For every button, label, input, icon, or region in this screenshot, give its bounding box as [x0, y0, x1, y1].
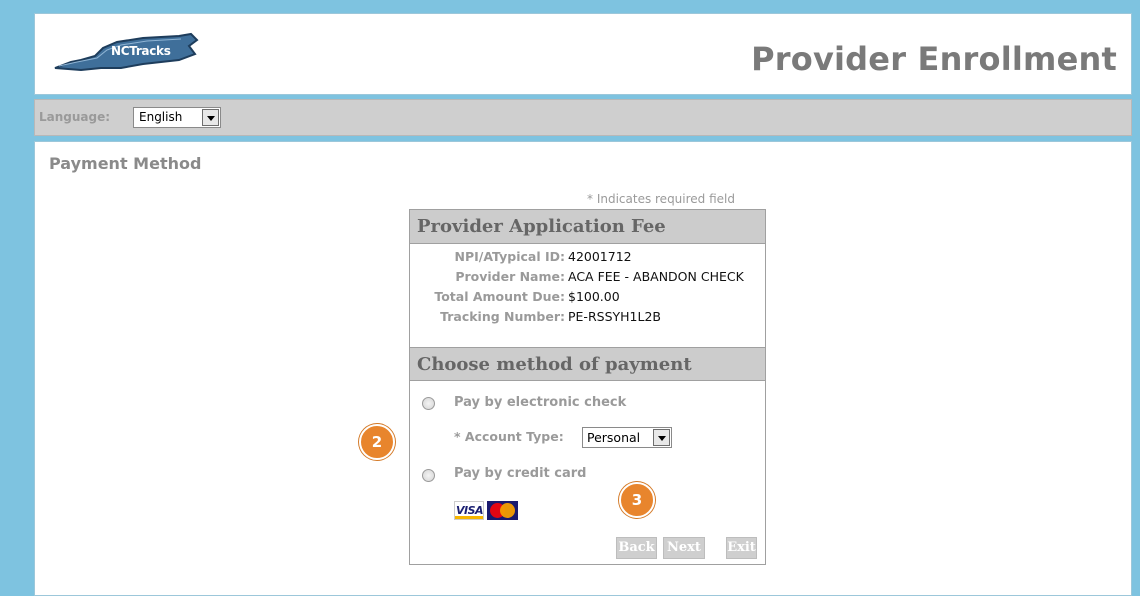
mastercard-icon [487, 501, 518, 520]
echeck-option-label[interactable]: Pay by electronic check [454, 395, 626, 410]
info-row-npi: NPI/ATypical ID: 42001712 [410, 246, 765, 266]
payment-method-title: Choose method of payment [410, 347, 765, 381]
info-row-total-due: Total Amount Due: $100.00 [410, 286, 765, 306]
language-selected-value: English [139, 110, 183, 124]
info-label: NPI/ATypical ID: [454, 249, 565, 264]
info-label: Provider Name: [455, 269, 565, 284]
app-title: Provider Enrollment [751, 40, 1117, 78]
language-select[interactable]: English [133, 107, 221, 128]
nctracks-logo: NCTracks [51, 24, 201, 76]
credit-card-radio[interactable] [422, 469, 435, 482]
info-label: Tracking Number: [440, 309, 565, 324]
info-label: Total Amount Due: [434, 289, 565, 304]
required-field-note: * Indicates required field [587, 192, 736, 206]
info-value: $100.00 [568, 289, 620, 304]
fee-panel-title: Provider Application Fee [410, 210, 765, 244]
fee-details: NPI/ATypical ID: 42001712 Provider Name:… [410, 246, 765, 326]
info-value: 42001712 [568, 249, 632, 264]
info-row-tracking: Tracking Number: PE-RSSYH1L2B [410, 306, 765, 326]
back-button[interactable]: Back [616, 537, 657, 559]
account-type-select[interactable]: Personal [582, 427, 672, 448]
logo-text: NCTracks [111, 44, 171, 58]
exit-button[interactable]: Exit [726, 537, 757, 559]
chevron-down-icon[interactable] [653, 429, 670, 446]
language-label: Language: [39, 110, 111, 124]
page-title: Payment Method [49, 154, 202, 173]
visa-icon: VISA [454, 501, 484, 520]
main-content: Payment Method * Indicates required fiel… [34, 141, 1132, 596]
header: NCTracks Provider Enrollment [34, 13, 1132, 95]
callout-badge-3: 3 [619, 482, 655, 518]
payment-panel: Provider Application Fee NPI/ATypical ID… [409, 209, 766, 565]
chevron-down-icon[interactable] [202, 109, 219, 126]
account-type-label: * Account Type: [454, 429, 564, 444]
credit-card-option-label[interactable]: Pay by credit card [454, 466, 587, 481]
next-button[interactable]: Next [663, 537, 705, 559]
account-type-selected-value: Personal [587, 430, 641, 445]
language-bar: Language: English [34, 99, 1132, 136]
info-value: PE-RSSYH1L2B [568, 309, 661, 324]
info-row-provider-name: Provider Name: ACA FEE - ABANDON CHECK [410, 266, 765, 286]
echeck-radio[interactable] [422, 397, 435, 410]
info-value: ACA FEE - ABANDON CHECK [568, 269, 744, 284]
callout-badge-2: 2 [359, 424, 395, 460]
visa-text: VISA [456, 504, 484, 517]
